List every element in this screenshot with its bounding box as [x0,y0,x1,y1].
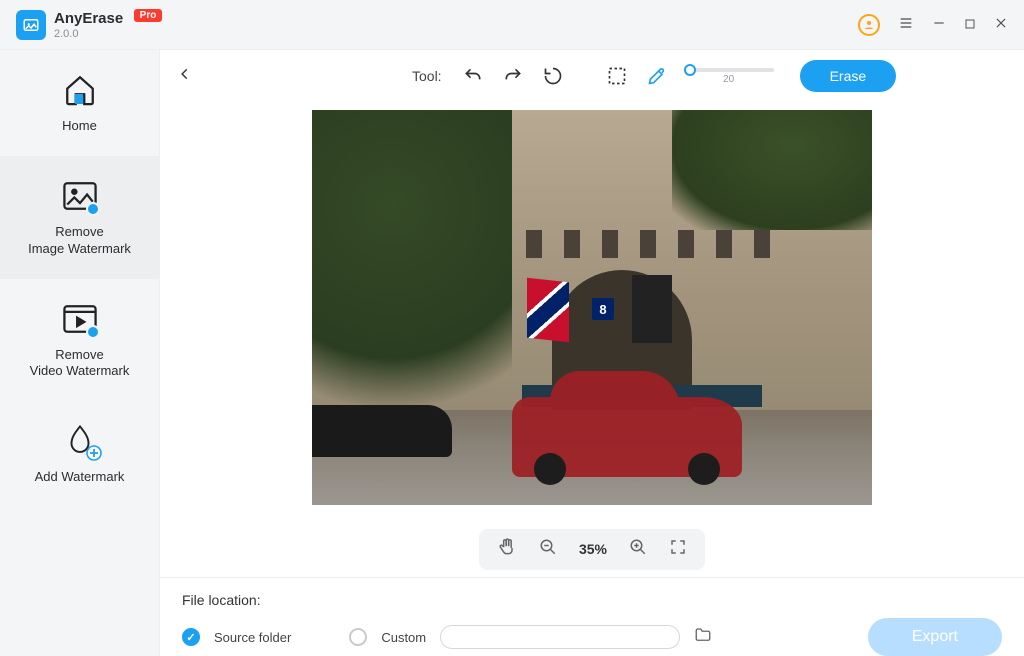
titlebar: AnyErase Pro 2.0.0 [0,0,1024,50]
sidebar-item-remove-image-watermark[interactable]: Remove Image Watermark [0,156,159,279]
sidebar-item-label: Remove Video Watermark [30,347,130,380]
footer: File location: Source folder Custom Expo… [160,577,1024,656]
custom-folder-label: Custom [381,630,426,645]
marquee-tool-icon[interactable] [602,61,632,91]
zoom-out-icon[interactable] [539,538,557,561]
zoom-value: 35% [579,541,607,557]
zoom-bar: 35% [160,521,1024,577]
sidebar-item-add-watermark[interactable]: Add Watermark [0,401,159,507]
toolbar: Tool: 20 Erase [160,50,1024,102]
close-icon[interactable] [994,16,1008,33]
fullscreen-icon[interactable] [669,538,687,561]
canvas-area: 8 [160,102,1024,521]
source-folder-radio[interactable] [182,628,200,646]
workspace: Tool: 20 Erase 8 [159,50,1024,656]
add-watermark-icon [62,423,98,459]
zoom-in-icon[interactable] [629,538,647,561]
sidebar-item-label: Add Watermark [35,469,125,485]
source-folder-label: Source folder [214,630,291,645]
custom-path-input[interactable] [440,625,680,649]
menu-icon[interactable] [898,15,914,34]
brush-size-slider[interactable]: 20 [684,68,774,85]
redo-icon[interactable] [498,61,528,91]
app-version: 2.0.0 [54,28,162,40]
app-name: AnyErase [54,10,123,27]
sidebar: Home Remove Image Watermark Remove Video… [0,50,159,656]
undo-icon[interactable] [458,61,488,91]
account-icon[interactable] [858,14,880,36]
brush-size-value: 20 [723,74,734,85]
back-button[interactable] [178,67,202,86]
app-logo [16,10,46,40]
sidebar-item-remove-video-watermark[interactable]: Remove Video Watermark [0,279,159,402]
pan-icon[interactable] [497,537,517,562]
remove-video-watermark-icon [62,301,98,337]
maximize-icon[interactable] [964,17,976,33]
pro-badge: Pro [134,9,163,22]
sidebar-item-home[interactable]: Home [0,50,159,156]
home-icon [62,72,98,108]
eraser-accent-icon [86,202,100,216]
brush-tool-icon[interactable] [642,61,672,91]
reset-icon[interactable] [538,61,568,91]
window-controls [858,14,1008,36]
remove-image-watermark-icon [62,178,98,214]
custom-folder-radio[interactable] [349,628,367,646]
erase-button[interactable]: Erase [800,60,897,92]
selection-mask [512,397,742,477]
eraser-accent-icon [86,325,100,339]
export-button[interactable]: Export [868,618,1002,656]
building-number: 8 [592,298,614,320]
minimize-icon[interactable] [932,16,946,33]
file-location-label: File location: [182,592,1002,608]
sidebar-item-label: Remove Image Watermark [28,224,131,257]
browse-folder-icon[interactable] [694,626,712,649]
image-canvas[interactable]: 8 [312,110,872,505]
sidebar-item-label: Home [62,118,97,134]
tool-label: Tool: [412,68,442,84]
app-title-block: AnyErase Pro 2.0.0 [54,10,162,40]
